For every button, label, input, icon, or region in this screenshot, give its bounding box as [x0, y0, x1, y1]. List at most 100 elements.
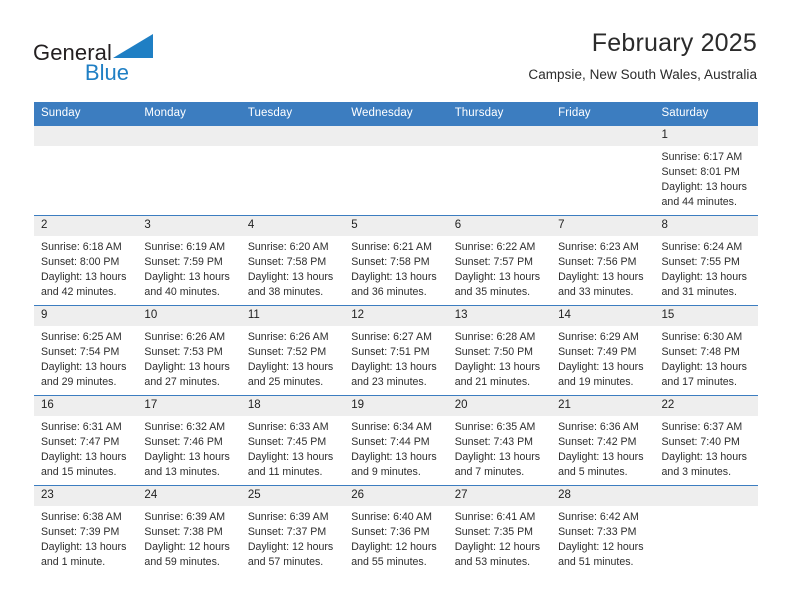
sunset-text: Sunset: 7:53 PM: [144, 346, 223, 359]
calendar-day-cell[interactable]: 14 Sunrise: 6:29 AM Sunset: 7:49 PM Dayligh…: [551, 305, 655, 396]
day-number: 18: [240, 396, 345, 417]
weekday-header-row: Sunday Monday Tuesday Wednesday Thursday…: [34, 102, 758, 126]
day-details: Sunrise: 6:17 AM Sunset: 8:01 PM Daylight:…: [655, 146, 758, 210]
day-details: Sunrise: 6:28 AM Sunset: 7:50 PM Daylight:…: [448, 326, 551, 390]
sunrise-text: Sunrise: 6:21 AM: [351, 241, 432, 254]
day-number: 20: [447, 396, 552, 417]
daylight-text: Daylight: 13 hours and 23 minutes.: [351, 361, 437, 389]
calendar-day-cell[interactable]: 11 Sunrise: 6:26 AM Sunset: 7:52 PM Dayligh…: [240, 305, 345, 396]
daylight-text: Daylight: 13 hours and 19 minutes.: [558, 361, 644, 389]
day-number: [654, 486, 758, 507]
day-number: 28: [551, 486, 655, 507]
daylight-text: Daylight: 12 hours and 59 minutes.: [144, 541, 230, 569]
sunrise-text: Sunrise: 6:20 AM: [247, 241, 329, 254]
day-number: 13: [447, 306, 552, 327]
sunrise-text: Sunrise: 6:42 AM: [558, 511, 639, 524]
sunset-text: Sunset: 7:43 PM: [454, 436, 534, 449]
calendar-day-cell[interactable]: 26 Sunrise: 6:40 AM Sunset: 7:36 PM Dayligh…: [344, 485, 448, 576]
daylight-text: Daylight: 13 hours and 36 minutes.: [351, 271, 437, 299]
day-details: Sunrise: 6:23 AM Sunset: 7:56 PM Daylight:…: [551, 236, 654, 300]
day-details: Sunrise: 6:31 AM Sunset: 7:47 PM Daylight:…: [34, 416, 137, 480]
day-details: Sunrise: 6:30 AM Sunset: 7:48 PM Daylight:…: [655, 326, 758, 390]
calendar-day-cell[interactable]: 19 Sunrise: 6:34 AM Sunset: 7:44 PM Dayligh…: [344, 395, 448, 486]
calendar-day-cell[interactable]: 21 Sunrise: 6:36 AM Sunset: 7:42 PM Dayligh…: [551, 395, 655, 486]
day-number: 4: [240, 216, 345, 237]
calendar-day-cell[interactable]: 4 Sunrise: 6:20 AM Sunset: 7:58 PM Daylight…: [240, 215, 345, 306]
triangle-logo-icon: [112, 34, 153, 62]
calendar-day-cell[interactable]: 10 Sunrise: 6:26 AM Sunset: 7:53 PM Dayligh…: [137, 305, 241, 396]
day-number: 17: [137, 396, 241, 417]
sunset-text: Sunset: 8:00 PM: [41, 256, 120, 269]
page-title: February 2025: [591, 29, 757, 57]
calendar-day-cell[interactable]: 8 Sunrise: 6:24 AM Sunset: 7:55 PM Daylight…: [654, 215, 758, 306]
brand-logo[interactable]: General Blue: [33, 28, 153, 84]
calendar-day-cell[interactable]: 20 Sunrise: 6:35 AM Sunset: 7:43 PM Dayligh…: [447, 395, 552, 486]
calendar-day-cell[interactable]: 25 Sunrise: 6:39 AM Sunset: 7:37 PM Dayligh…: [240, 485, 345, 576]
day-details: Sunrise: 6:29 AM Sunset: 7:49 PM Daylight:…: [551, 326, 654, 390]
daylight-text: Daylight: 13 hours and 7 minutes.: [454, 451, 541, 479]
day-details: Sunrise: 6:42 AM Sunset: 7:33 PM Daylight:…: [551, 506, 654, 570]
sunset-text: Sunset: 7:50 PM: [454, 346, 534, 359]
day-details: Sunrise: 6:35 AM Sunset: 7:43 PM Daylight:…: [448, 416, 551, 480]
sunset-text: Sunset: 7:36 PM: [351, 526, 430, 539]
sunset-text: Sunset: 7:51 PM: [351, 346, 430, 359]
sunrise-text: Sunrise: 6:40 AM: [351, 511, 432, 524]
calendar-day-cell[interactable]: 6 Sunrise: 6:22 AM Sunset: 7:57 PM Daylight…: [447, 215, 552, 306]
day-details: Sunrise: 6:21 AM Sunset: 7:58 PM Daylight:…: [344, 236, 447, 300]
calendar-day-cell[interactable]: 15 Sunrise: 6:30 AM Sunset: 7:48 PM Dayligh…: [654, 305, 758, 396]
day-number: 9: [34, 306, 138, 327]
day-details: Sunrise: 6:25 AM Sunset: 7:54 PM Daylight:…: [34, 326, 137, 390]
weekday-header-tuesday: Tuesday: [240, 102, 345, 126]
calendar-empty-cell: [551, 125, 655, 216]
day-number: 27: [447, 486, 552, 507]
daylight-text: Daylight: 13 hours and 25 minutes.: [247, 361, 334, 389]
sunrise-text: Sunrise: 6:22 AM: [454, 241, 536, 254]
sunrise-text: Sunrise: 6:33 AM: [247, 421, 329, 434]
calendar-day-cell[interactable]: 12 Sunrise: 6:27 AM Sunset: 7:51 PM Dayligh…: [344, 305, 448, 396]
day-number: [34, 126, 138, 147]
calendar-day-cell[interactable]: 23 Sunrise: 6:38 AM Sunset: 7:39 PM Dayligh…: [34, 485, 138, 576]
sunset-text: Sunset: 7:58 PM: [351, 256, 430, 269]
calendar-day-cell[interactable]: 9 Sunrise: 6:25 AM Sunset: 7:54 PM Daylight…: [34, 305, 138, 396]
weekday-header-sunday: Sunday: [34, 102, 138, 126]
day-number: 12: [344, 306, 448, 327]
sunrise-text: Sunrise: 6:24 AM: [661, 241, 743, 254]
calendar-day-cell[interactable]: 18 Sunrise: 6:33 AM Sunset: 7:45 PM Dayligh…: [240, 395, 345, 486]
weekday-header-wednesday: Wednesday: [344, 102, 448, 126]
day-details: Sunrise: 6:24 AM Sunset: 7:55 PM Daylight:…: [655, 236, 758, 300]
day-details: Sunrise: 6:26 AM Sunset: 7:52 PM Daylight:…: [241, 326, 344, 390]
calendar-empty-cell: [34, 125, 138, 216]
sunrise-text: Sunrise: 6:19 AM: [144, 241, 226, 254]
day-number: [551, 126, 655, 147]
calendar-day-cell[interactable]: 17 Sunrise: 6:32 AM Sunset: 7:46 PM Dayligh…: [137, 395, 241, 486]
calendar-day-cell[interactable]: 13 Sunrise: 6:28 AM Sunset: 7:50 PM Dayligh…: [447, 305, 552, 396]
calendar-empty-cell: [654, 485, 758, 576]
calendar-day-cell[interactable]: 5 Sunrise: 6:21 AM Sunset: 7:58 PM Daylight…: [344, 215, 448, 306]
day-number: 25: [240, 486, 345, 507]
sunrise-text: Sunrise: 6:28 AM: [454, 331, 536, 344]
sunrise-text: Sunrise: 6:36 AM: [558, 421, 639, 434]
calendar-day-cell[interactable]: 22 Sunrise: 6:37 AM Sunset: 7:40 PM Dayligh…: [654, 395, 758, 486]
day-details: Sunrise: 6:40 AM Sunset: 7:36 PM Daylight:…: [344, 506, 447, 570]
day-details: Sunrise: 6:39 AM Sunset: 7:38 PM Daylight:…: [137, 506, 240, 570]
day-number: 24: [137, 486, 241, 507]
calendar-day-cell[interactable]: 16 Sunrise: 6:31 AM Sunset: 7:47 PM Dayligh…: [34, 395, 138, 486]
calendar-day-cell[interactable]: 2 Sunrise: 6:18 AM Sunset: 8:00 PM Daylight…: [34, 215, 138, 306]
daylight-text: Daylight: 13 hours and 33 minutes.: [558, 271, 644, 299]
calendar-day-cell[interactable]: 28 Sunrise: 6:42 AM Sunset: 7:33 PM Dayligh…: [551, 485, 655, 576]
day-details: Sunrise: 6:18 AM Sunset: 8:00 PM Daylight:…: [34, 236, 137, 300]
daylight-text: Daylight: 13 hours and 5 minutes.: [558, 451, 644, 479]
sunrise-text: Sunrise: 6:17 AM: [661, 151, 743, 164]
day-number: 2: [34, 216, 138, 237]
calendar-day-cell[interactable]: 24 Sunrise: 6:39 AM Sunset: 7:38 PM Dayligh…: [137, 485, 241, 576]
calendar-day-cell[interactable]: 1 Sunrise: 6:17 AM Sunset: 8:01 PM Daylight…: [654, 125, 758, 216]
calendar-day-cell[interactable]: 7 Sunrise: 6:23 AM Sunset: 7:56 PM Daylight…: [551, 215, 655, 306]
day-number: 16: [34, 396, 138, 417]
calendar-day-cell[interactable]: 27 Sunrise: 6:41 AM Sunset: 7:35 PM Dayligh…: [447, 485, 552, 576]
calendar-day-cell[interactable]: 3 Sunrise: 6:19 AM Sunset: 7:59 PM Daylight…: [137, 215, 241, 306]
daylight-text: Daylight: 13 hours and 1 minute.: [41, 541, 127, 569]
sunset-text: Sunset: 8:01 PM: [661, 166, 740, 179]
calendar-week-row: 23 Sunrise: 6:38 AM Sunset: 7:39 PM Dayligh…: [34, 485, 758, 576]
sunset-text: Sunset: 7:52 PM: [247, 346, 327, 359]
sunset-text: Sunset: 7:56 PM: [558, 256, 637, 269]
